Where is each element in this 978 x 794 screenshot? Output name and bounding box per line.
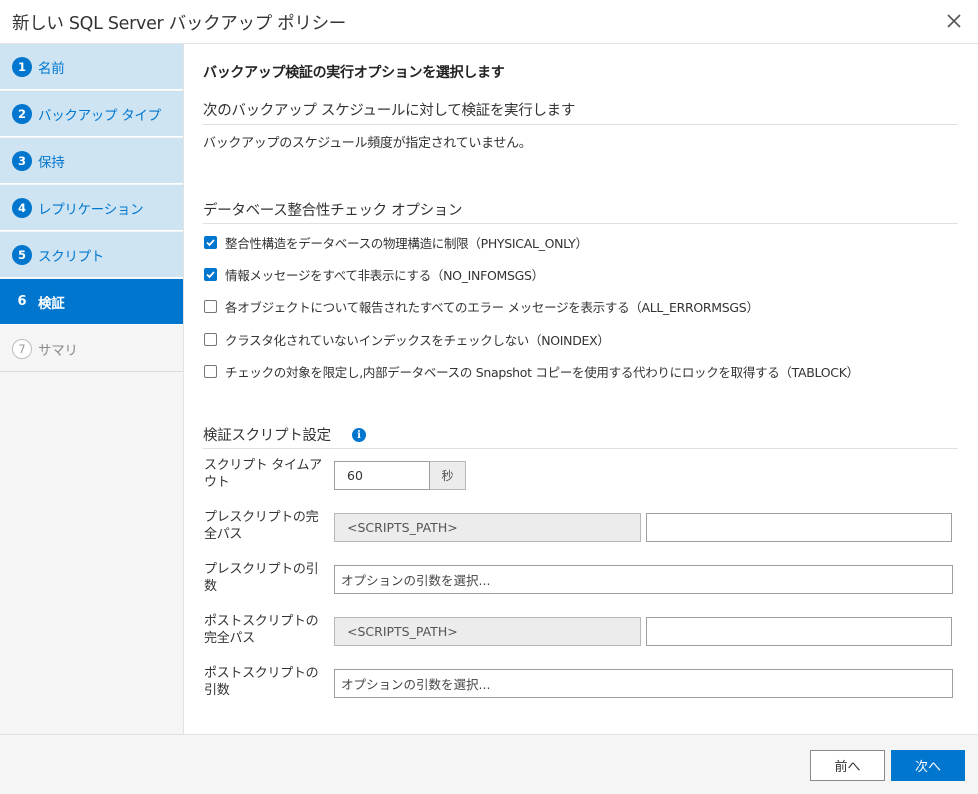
prescript-path-label: プレスクリプトの完全パス	[204, 510, 319, 542]
step-backup-type[interactable]: 2 バックアップ タイプ	[0, 91, 183, 137]
dialog-footer: 前へ 次へ	[0, 734, 978, 794]
step-summary[interactable]: 7 サマリ	[0, 326, 183, 372]
postscript-path-prefix-text: <SCRIPTS_PATH>	[347, 624, 458, 639]
step-label: バックアップ タイプ	[38, 107, 161, 124]
step-number: 5	[12, 244, 32, 265]
checkbox-label: 各オブジェクトについて報告されたすべてのエラー メッセージを表示する（ALL_E…	[225, 300, 759, 315]
noindex-checkbox[interactable]: クラスタ化されていないインデックスをチェックしない（NOINDEX）	[204, 330, 610, 349]
step-number: 4	[12, 197, 32, 218]
prescript-path-prefix-text: <SCRIPTS_PATH>	[347, 520, 458, 535]
step-label: 検証	[38, 295, 65, 312]
step-label: レプリケーション	[38, 201, 144, 218]
step-number: 1	[12, 56, 32, 77]
physical-only-checkbox[interactable]: 整合性構造をデータベースの物理構造に制限（PHYSICAL_ONLY）	[204, 233, 588, 252]
step-label: サマリ	[38, 342, 78, 359]
timeout-value: 60	[347, 468, 363, 483]
step-label: 名前	[38, 60, 65, 77]
dialog-titlebar: 新しい SQL Server バックアップ ポリシー	[0, 0, 978, 44]
step-number: 3	[12, 150, 32, 171]
checkbox-label: 整合性構造をデータベースの物理構造に制限（PHYSICAL_ONLY）	[225, 236, 588, 251]
checkbox-box[interactable]	[204, 236, 217, 249]
checkbox-box[interactable]	[204, 333, 217, 346]
prescript-args-placeholder: オプションの引数を選択...	[341, 573, 491, 588]
step-number: 7	[12, 338, 32, 359]
step-verification[interactable]: 6 検証	[0, 279, 183, 325]
next-button[interactable]: 次へ	[891, 750, 965, 781]
main-content: バックアップ検証の実行オプションを選択します 次のバックアップ スケジュールに対…	[184, 44, 978, 734]
dialog-title: 新しい SQL Server バックアップ ポリシー	[12, 14, 346, 34]
wizard-steps-sidebar: 1 名前 2 バックアップ タイプ 3 保持 4 レプリケーション 5 スクリプ…	[0, 44, 184, 734]
prescript-path-input[interactable]	[646, 513, 952, 542]
step-script[interactable]: 5 スクリプト	[0, 232, 183, 278]
step-retention[interactable]: 3 保持	[0, 138, 183, 184]
step-label: 保持	[38, 154, 65, 171]
step-replication[interactable]: 4 レプリケーション	[0, 185, 183, 231]
tablock-checkbox[interactable]: チェックの対象を限定し,内部データベースの Snapshot コピーを使用する代…	[204, 362, 859, 381]
timeout-input[interactable]: 60	[334, 461, 430, 490]
schedule-section-title: 次のバックアップ スケジュールに対して検証を実行します	[203, 103, 576, 119]
postscript-path-prefix: <SCRIPTS_PATH>	[334, 617, 641, 646]
timeout-label: スクリプト タイムアウト	[204, 458, 322, 490]
checkbox-label: クラスタ化されていないインデックスをチェックしない（NOINDEX）	[225, 333, 610, 348]
checkbox-label: 情報メッセージをすべて非表示にする（NO_INFOMSGS）	[225, 268, 544, 283]
divider	[203, 124, 958, 125]
close-icon[interactable]	[944, 11, 964, 31]
postscript-path-input[interactable]	[646, 617, 952, 646]
schedule-message: バックアップのスケジュール頻度が指定されていません。	[203, 136, 532, 151]
no-infomsgs-checkbox[interactable]: 情報メッセージをすべて非表示にする（NO_INFOMSGS）	[204, 265, 544, 284]
checkbox-label: チェックの対象を限定し,内部データベースの Snapshot コピーを使用する代…	[225, 365, 859, 380]
prescript-args-label: プレスクリプトの引数	[204, 562, 319, 594]
postscript-args-input[interactable]: オプションの引数を選択...	[334, 669, 953, 698]
postscript-path-label: ポストスクリプトの完全パス	[204, 614, 319, 646]
step-number: 6	[17, 294, 27, 309]
divider	[203, 448, 958, 449]
previous-button[interactable]: 前へ	[810, 750, 885, 781]
prescript-path-prefix: <SCRIPTS_PATH>	[334, 513, 641, 542]
divider	[203, 223, 958, 224]
info-icon[interactable]: i	[352, 428, 366, 442]
checkbox-box[interactable]	[204, 300, 217, 313]
checkbox-box[interactable]	[204, 268, 217, 281]
prescript-args-input[interactable]: オプションの引数を選択...	[334, 565, 953, 594]
step-name[interactable]: 1 名前	[0, 44, 183, 90]
step-label: スクリプト	[38, 248, 104, 265]
checkbox-box[interactable]	[204, 365, 217, 378]
timeout-unit: 秒	[430, 461, 466, 490]
postscript-args-placeholder: オプションの引数を選択...	[341, 677, 491, 692]
postscript-args-label: ポストスクリプトの引数	[204, 666, 319, 698]
script-section-title: 検証スクリプト設定	[203, 428, 331, 444]
step-number: 2	[12, 103, 32, 124]
dbcc-section-title: データベース整合性チェック オプション	[203, 203, 463, 219]
page-heading: バックアップ検証の実行オプションを選択します	[203, 65, 505, 81]
all-errormsgs-checkbox[interactable]: 各オブジェクトについて報告されたすべてのエラー メッセージを表示する（ALL_E…	[204, 297, 759, 316]
